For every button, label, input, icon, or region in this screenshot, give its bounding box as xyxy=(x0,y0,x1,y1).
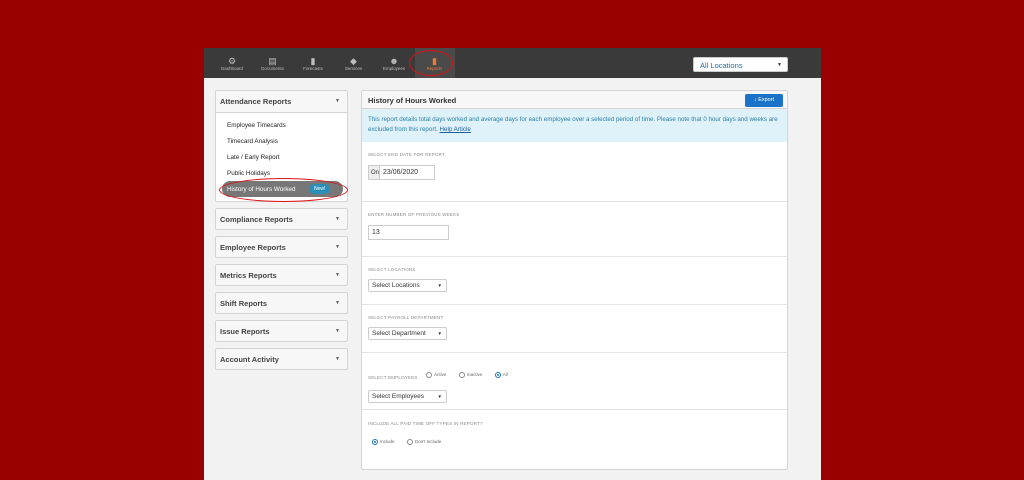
paid-time-off-section: Include all paid time off types in repor… xyxy=(362,410,787,451)
dropdown-value: Select Locations xyxy=(372,282,420,289)
nav-label: Dashboard xyxy=(220,65,243,71)
radio-active[interactable] xyxy=(426,371,433,378)
nav-label: Employees xyxy=(382,65,406,71)
info-text: This report details total days worked an… xyxy=(368,116,778,133)
chevron-down-icon: ▼ xyxy=(335,272,340,278)
nav-services[interactable]: ◆ Services xyxy=(334,48,374,78)
radio-inactive[interactable] xyxy=(458,371,465,378)
accordion-title: Compliance Reports xyxy=(220,215,293,224)
paid-time-off-options: Include Don't Include xyxy=(368,433,787,451)
chevron-down-icon: ▼ xyxy=(335,356,340,362)
employees-filter-row: Select employees Active Inactive All xyxy=(368,366,787,384)
chevron-down-icon: ▼ xyxy=(437,283,442,288)
services-icon: ◆ xyxy=(350,55,357,66)
chevron-down-icon: ▼ xyxy=(777,62,782,68)
dropdown-value: Select Employees xyxy=(372,393,425,400)
chevron-down-icon: ▼ xyxy=(437,331,442,336)
export-button[interactable]: ↓ Export xyxy=(745,94,783,107)
accordion-title: Metrics Reports xyxy=(220,271,277,280)
location-select-value: All Locations xyxy=(700,61,743,70)
department-dropdown[interactable]: Select Department ▼ xyxy=(368,327,447,340)
field-label: Select locations xyxy=(368,267,416,272)
accordion-title: Attendance Reports xyxy=(220,97,292,106)
dropdown-value: Select Department xyxy=(372,330,426,337)
nav-dashboard[interactable]: ⚙ Dashboard xyxy=(212,48,252,78)
info-banner: This report details total days worked an… xyxy=(362,109,787,142)
weeks-input[interactable]: 13 xyxy=(368,225,449,240)
app-window: ⚙ Dashboard ▤ Documents ▮ Forecasts ◆ Se… xyxy=(204,48,821,480)
nav-forecasts[interactable]: ▮ Forecasts xyxy=(293,48,333,78)
field-label: Select payroll department xyxy=(368,315,444,320)
date-picker: On 23/06/2020 xyxy=(368,165,787,180)
radio-label: Inactive xyxy=(466,372,483,378)
accordion-shift-reports[interactable]: Shift Reports ▼ xyxy=(215,292,348,314)
chevron-down-icon: ▼ xyxy=(335,328,340,334)
nav-label: Forecasts xyxy=(303,65,323,71)
accordion-attendance-reports: Attendance Reports ▼ Employee Timecards … xyxy=(215,90,348,202)
accordion-account-activity[interactable]: Account Activity ▼ xyxy=(215,348,348,370)
accordion-title: Shift Reports xyxy=(220,299,268,308)
employees-dropdown[interactable]: Select Employees ▼ xyxy=(368,390,447,403)
report-panel: History of Hours Worked ↓ Export This re… xyxy=(361,90,788,470)
highlight-ring-reports xyxy=(409,50,453,76)
chevron-down-icon: ▼ xyxy=(335,216,340,222)
locations-section: Select locations Select Locations ▼ xyxy=(362,257,787,305)
accordion-issue-reports[interactable]: Issue Reports ▼ xyxy=(215,320,348,342)
documents-icon: ▤ xyxy=(268,55,277,66)
date-prefix: On xyxy=(368,165,380,180)
radio-all[interactable] xyxy=(494,371,501,378)
accordion-compliance-reports[interactable]: Compliance Reports ▼ xyxy=(215,208,348,230)
page-title: History of Hours Worked xyxy=(368,96,457,105)
radio-dont-include[interactable] xyxy=(406,438,413,445)
accordion-header[interactable]: Attendance Reports ▼ xyxy=(216,91,347,113)
radio-label: Don't Include xyxy=(414,439,442,445)
chevron-down-icon: ▼ xyxy=(335,300,340,306)
employees-icon: ☻ xyxy=(389,55,399,66)
radio-label: Include xyxy=(380,439,395,445)
end-date-input[interactable]: 23/06/2020 xyxy=(380,165,435,180)
chevron-down-icon: ▼ xyxy=(335,98,340,104)
radio-label: All xyxy=(502,372,508,378)
field-label: Select end date for report xyxy=(368,152,445,157)
panel-header: History of Hours Worked ↓ Export xyxy=(362,91,787,109)
help-article-link[interactable]: Help Article xyxy=(440,126,471,133)
nav-label: Documents xyxy=(261,65,284,71)
dashboard-icon: ⚙ xyxy=(227,55,237,66)
highlight-ring-history xyxy=(219,178,348,202)
sidebar: Attendance Reports ▼ Employee Timecards … xyxy=(215,90,348,376)
accordion-title: Employee Reports xyxy=(220,243,286,252)
export-label: Export xyxy=(758,97,775,103)
end-date-section: Select end date for report On 23/06/2020 xyxy=(362,142,787,202)
report-link[interactable]: Employee Timecards xyxy=(216,117,347,133)
nav-label: Services xyxy=(344,65,363,71)
radio-include[interactable] xyxy=(372,438,378,445)
field-label: Select employees xyxy=(368,375,418,380)
report-link[interactable]: Timecard Analysis xyxy=(216,133,347,149)
chevron-down-icon: ▼ xyxy=(437,394,442,399)
radio-label: Active xyxy=(434,372,447,378)
chevron-down-icon: ▼ xyxy=(335,244,340,250)
accordion-metrics-reports[interactable]: Metrics Reports ▼ xyxy=(215,264,348,286)
location-select[interactable]: All Locations ▼ xyxy=(693,57,788,72)
employees-section: Select employees Active Inactive All Sel… xyxy=(362,353,787,410)
locations-dropdown[interactable]: Select Locations ▼ xyxy=(368,279,447,292)
accordion-title: Issue Reports xyxy=(220,327,270,336)
forecasts-icon: ▮ xyxy=(310,55,316,66)
nav-employees[interactable]: ☻ Employees xyxy=(374,48,414,78)
report-link[interactable]: Late / Early Report xyxy=(216,149,347,165)
field-label: Enter number of previous weeks xyxy=(368,212,460,217)
accordion-employee-reports[interactable]: Employee Reports ▼ xyxy=(215,236,348,258)
nav-documents[interactable]: ▤ Documents xyxy=(253,48,293,78)
top-nav-bar: ⚙ Dashboard ▤ Documents ▮ Forecasts ◆ Se… xyxy=(204,48,821,78)
accordion-title: Account Activity xyxy=(220,355,279,364)
export-icon: ↓ xyxy=(753,97,757,103)
weeks-section: Enter number of previous weeks 13 xyxy=(362,202,787,257)
field-label: Include all paid time off types in repor… xyxy=(368,421,483,426)
department-section: Select payroll department Select Departm… xyxy=(362,305,787,353)
